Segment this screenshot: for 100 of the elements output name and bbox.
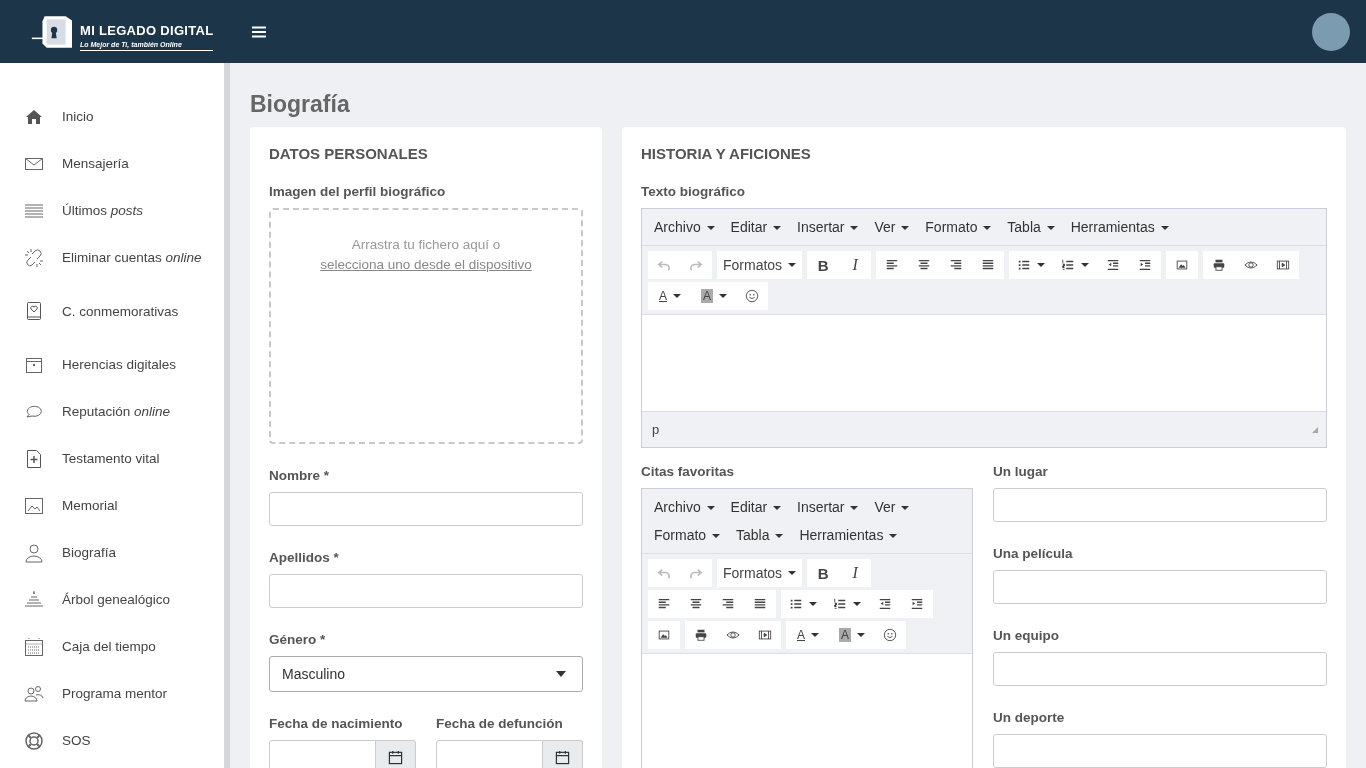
document-plus-icon: [24, 448, 44, 469]
menu-button[interactable]: Ver: [866, 213, 918, 241]
menu-button[interactable]: Archivo: [646, 493, 723, 521]
field-label: Fecha de defunción: [436, 716, 564, 731]
select-file-link[interactable]: selecciona uno desde el dispositivo: [320, 255, 532, 275]
sidebar-item[interactable]: Programa mentor: [0, 670, 224, 717]
broken-link-icon: [24, 247, 44, 268]
date-field[interactable]: [269, 740, 376, 768]
redo-icon: [689, 258, 703, 272]
field-label: Nombre *: [269, 468, 330, 483]
menu-button[interactable]: Tabla: [728, 521, 792, 549]
sidebar-item[interactable]: Últimos posts: [0, 187, 224, 234]
sidebar-item[interactable]: C. conmemorativas: [0, 281, 224, 341]
input-field[interactable]: [993, 734, 1327, 768]
align-right-icon: [949, 258, 964, 272]
align-center-icon: [917, 258, 932, 272]
calendar-button[interactable]: [376, 740, 416, 768]
field-label: Citas favoritas: [641, 464, 736, 479]
smiley-icon: [745, 289, 759, 303]
menu-button[interactable]: Editar: [722, 213, 790, 241]
smiley-icon: [883, 628, 897, 642]
calendar-button[interactable]: [543, 740, 583, 768]
sidebar-item[interactable]: Árbol genealógico: [0, 576, 224, 623]
menu-icon[interactable]: [252, 25, 266, 38]
avatar[interactable]: [1312, 12, 1350, 51]
calendar-icon: [555, 749, 570, 765]
redo-icon: [689, 566, 703, 580]
input-field[interactable]: [993, 570, 1327, 604]
picture-icon: [24, 495, 44, 516]
film-icon: [1276, 258, 1291, 272]
dropzone-text: Arrastra tu fichero aquí o selecciona uno desde el dispositivo: [277, 235, 575, 275]
indent-icon: [1138, 258, 1153, 272]
stacked-lines-icon: [24, 589, 44, 610]
people-icon: [24, 683, 44, 704]
film-icon: [758, 628, 772, 642]
input-field[interactable]: [269, 492, 583, 526]
numbered-list-icon: [1061, 258, 1076, 272]
align-center-icon: [689, 597, 703, 611]
outdent-icon: [1106, 258, 1121, 272]
card-title: HISTORIA Y AFICIONES: [641, 145, 812, 162]
menu-button[interactable]: Ver: [866, 493, 918, 521]
lifebuoy-icon: [24, 730, 44, 751]
user-icon: [24, 542, 44, 563]
menu-button[interactable]: Formato: [646, 521, 728, 549]
input-field[interactable]: [993, 652, 1327, 686]
gender-select[interactable]: Masculino: [269, 656, 583, 692]
image-icon: [657, 628, 671, 642]
field-label: Un lugar: [993, 464, 1049, 479]
field-label: Apellidos *: [269, 550, 340, 565]
calendar-icon: [24, 636, 44, 657]
caret-icon: [556, 671, 566, 677]
file-dropzone[interactable]: Arrastra tu fichero aquí o selecciona uno desde el dispositivo: [269, 208, 583, 444]
sidebar-item[interactable]: SOS: [0, 717, 224, 764]
menu-button[interactable]: Editar: [722, 493, 790, 521]
align-left-icon: [885, 258, 900, 272]
input-field[interactable]: [993, 488, 1327, 522]
field-label: Una película: [993, 546, 1074, 561]
field-label: Texto biográfico: [641, 184, 746, 199]
eye-icon: [1244, 258, 1259, 272]
menu-button[interactable]: Tabla: [999, 213, 1063, 241]
sidebar-item[interactable]: Caja del tiempo: [0, 623, 224, 670]
resize-handle-icon[interactable]: [1312, 426, 1318, 433]
menu-button[interactable]: Herramientas: [1062, 213, 1177, 241]
scrollbar[interactable]: [224, 63, 230, 768]
sidebar-item[interactable]: Inicio: [0, 93, 224, 140]
sidebar-item[interactable]: Herencias digitales: [0, 341, 224, 388]
sidebar-item[interactable]: Memorial: [0, 482, 224, 529]
sidebar-item[interactable]: Reputación online: [0, 388, 224, 435]
brand-name: MI LEGADO DIGITAL: [80, 22, 214, 38]
sidebar-item[interactable]: Biografía: [0, 529, 224, 576]
numbered-list-icon: [833, 597, 847, 611]
undo-icon: [657, 566, 671, 580]
field-label: Género *: [269, 632, 327, 647]
bullet-list-icon: [1017, 258, 1032, 272]
menu-button[interactable]: Herramientas: [791, 521, 906, 549]
calendar-icon: [388, 749, 403, 765]
justify-icon: [753, 597, 767, 611]
sidebar-item[interactable]: Mensajería: [0, 140, 224, 187]
field-label: Un equipo: [993, 628, 1060, 643]
outdent-icon: [878, 597, 892, 611]
menu-button[interactable]: Archivo: [646, 213, 723, 241]
menu-button[interactable]: Insertar: [789, 213, 867, 241]
field-label: Fecha de nacimiento: [269, 716, 404, 731]
image-icon: [1175, 258, 1190, 272]
sidebar-item[interactable]: Testamento vital: [0, 435, 224, 482]
card-title: DATOS PERSONALES: [269, 145, 429, 162]
eye-icon: [726, 628, 740, 642]
indent-icon: [910, 597, 924, 611]
sidebar-item[interactable]: Eliminar cuentas online: [0, 234, 224, 281]
input-field[interactable]: [269, 574, 583, 608]
printer-icon: [1212, 258, 1227, 272]
date-field[interactable]: [436, 740, 543, 768]
undo-icon: [657, 258, 671, 272]
field-label: Un deporte: [993, 710, 1066, 725]
printer-icon: [694, 628, 708, 642]
menu-button[interactable]: Insertar: [789, 493, 867, 521]
align-right-icon: [721, 597, 735, 611]
page-title: Biografía: [250, 91, 351, 118]
menu-button[interactable]: Formato: [917, 213, 1000, 241]
justify-icon: [981, 258, 996, 272]
